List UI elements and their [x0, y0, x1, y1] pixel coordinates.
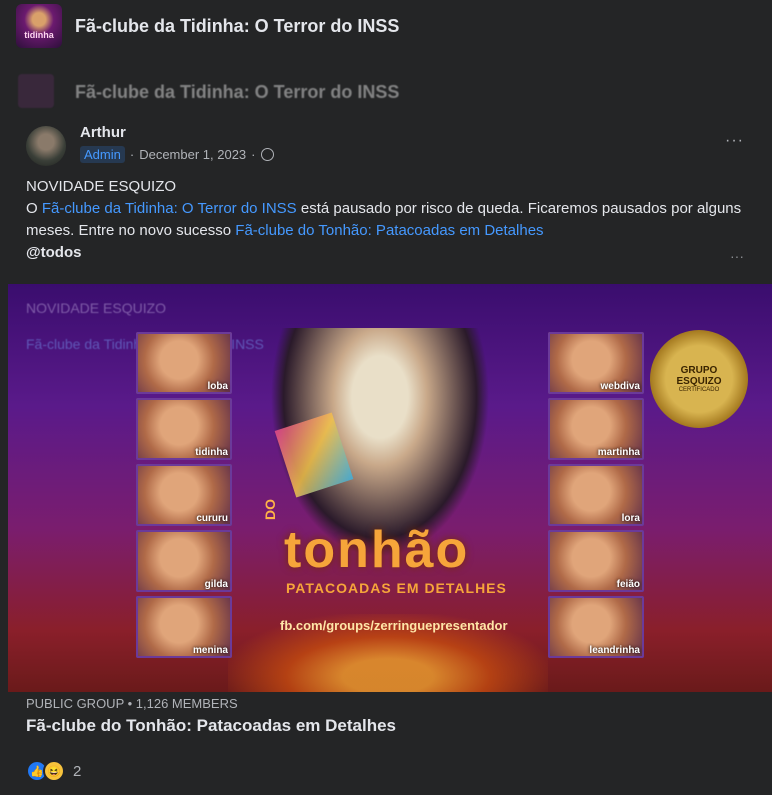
link-old-group[interactable]: Fã-clube da Tidinha: O Terror do INSS: [42, 200, 297, 217]
post-date[interactable]: December 1, 2023: [139, 147, 246, 162]
reactions-summary[interactable]: 👍 😆 2: [26, 760, 81, 782]
glitch-artifact-row: Fã-clube da Tidinha: O Terror do INSS: [0, 72, 772, 112]
banner-title: tonhão: [284, 521, 470, 579]
face-tile: martinha: [548, 398, 644, 460]
face-tile: leandrinha: [548, 596, 644, 658]
glitch-title: Fã-clube da Tidinha: O Terror do INSS: [75, 82, 400, 102]
face-tile: lora: [548, 464, 644, 526]
haha-icon: 😆: [43, 760, 65, 782]
face-label: lora: [621, 513, 640, 524]
post-header: Arthur Admin · December 1, 2023 · ···: [0, 118, 772, 170]
link-preview-kicker: PUBLIC GROUP • 1,126 MEMBERS: [26, 696, 238, 711]
esquizo-seal: GRUPO ESQUIZO CERTIFICADO: [650, 330, 748, 428]
mention-todos[interactable]: @todos: [26, 242, 750, 264]
admin-badge: Admin: [80, 146, 125, 163]
face-tile: gilda: [136, 530, 232, 592]
right-face-column: webdiva martinha lora feião leandrinha: [548, 332, 644, 658]
face-label: feião: [616, 579, 640, 590]
glitch-more-icon: ···: [730, 248, 744, 264]
face-label: menina: [192, 645, 228, 656]
glitch-avatar: [18, 74, 54, 108]
face-tile: cururu: [136, 464, 232, 526]
meta-separator: ·: [129, 147, 135, 162]
group-avatar[interactable]: tidinha: [16, 4, 62, 48]
group-cover-image[interactable]: NOVIDADE ESQUIZO Fã-clube da Tidinha: O …: [8, 284, 772, 692]
face-label: tidinha: [195, 447, 228, 458]
face-tile: feião: [548, 530, 644, 592]
post-paragraph: O Fã-clube da Tidinha: O Terror do INSS …: [26, 198, 750, 242]
seal-line3: CERTIFICADO: [678, 387, 720, 393]
face-label: gilda: [204, 579, 228, 590]
avatar[interactable]: [26, 126, 66, 166]
left-face-column: loba tidinha cururu gilda menina: [136, 332, 232, 658]
reaction-count[interactable]: 2: [73, 763, 81, 780]
face-tile: tidinha: [136, 398, 232, 460]
post-text-prefix: O: [26, 200, 42, 217]
glitch-headline: NOVIDADE ESQUIZO: [26, 300, 167, 316]
group-header: tidinha Fã-clube da Tidinha: O Terror do…: [0, 0, 772, 52]
group-avatar-label: tidinha: [24, 30, 54, 40]
banner-do-text: DO: [262, 499, 278, 520]
post-meta: Admin · December 1, 2023 ·: [80, 146, 274, 163]
face-tile: webdiva: [548, 332, 644, 394]
seal-line1: GRUPO: [680, 365, 718, 376]
face-label: martinha: [597, 447, 640, 458]
seal-line2: ESQUIZO: [676, 376, 722, 387]
face-label: cururu: [196, 513, 228, 524]
post-headline: NOVIDADE ESQUIZO: [26, 178, 177, 195]
banner-subtitle: PATACOADAS EM DETALHES: [286, 580, 507, 596]
more-options-icon[interactable]: ···: [725, 132, 744, 150]
banner-url: fb.com/groups/zerringuepresentador: [280, 618, 508, 633]
group-title[interactable]: Fã-clube da Tidinha: O Terror do INSS: [75, 16, 399, 37]
author-name[interactable]: Arthur: [80, 124, 126, 141]
face-tile: menina: [136, 596, 232, 658]
link-new-group[interactable]: Fã-clube do Tonhão: Patacoadas em Detalh…: [235, 222, 543, 239]
globe-icon: [260, 148, 274, 161]
link-preview-info[interactable]: PUBLIC GROUP • 1,126 MEMBERS Fã-clube do…: [0, 692, 772, 750]
face-label: webdiva: [600, 381, 640, 392]
face-label: loba: [207, 381, 228, 392]
post-body: NOVIDADE ESQUIZO O Fã-clube da Tidinha: …: [26, 176, 750, 264]
meta-separator: ·: [251, 147, 256, 162]
face-label: leandrinha: [589, 645, 640, 656]
link-preview-title[interactable]: Fã-clube do Tonhão: Patacoadas em Detalh…: [26, 716, 396, 736]
face-tile: loba: [136, 332, 232, 394]
